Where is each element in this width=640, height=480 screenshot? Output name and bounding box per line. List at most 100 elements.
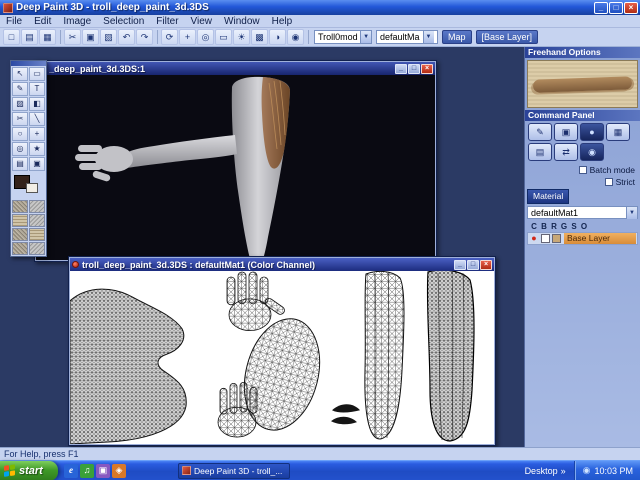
open-button[interactable]: ▤	[21, 29, 38, 45]
light-icon: ☀	[237, 32, 246, 42]
close-button[interactable]: ×	[624, 1, 638, 14]
lighting-button[interactable]: ☀	[233, 29, 250, 45]
pencil-tool-button[interactable]: ✎	[12, 82, 28, 96]
paint-command-button[interactable]: ✎	[528, 123, 552, 141]
strict-checkbox-row[interactable]: Strict	[604, 177, 635, 187]
internet-explorer-icon[interactable]: e	[64, 463, 78, 478]
panel-command-button[interactable]: ▣	[554, 123, 578, 141]
close-button[interactable]: ×	[480, 259, 492, 270]
maximize-button[interactable]: □	[467, 259, 479, 270]
texture-thumbnail[interactable]	[12, 242, 28, 255]
texture-thumbnail[interactable]	[12, 214, 28, 227]
menu-help[interactable]: Help	[266, 16, 299, 27]
cross-tool-button[interactable]: +	[29, 127, 45, 141]
save-button[interactable]: ▦	[39, 29, 56, 45]
media-player-icon[interactable]: ♫	[80, 463, 94, 478]
pattern-tool-button[interactable]: ▨	[12, 97, 28, 111]
fit-view-button[interactable]: ▭	[215, 29, 232, 45]
app-titlebar[interactable]: Deep Paint 3D - troll_deep_paint_3d.3DS …	[0, 0, 640, 15]
maximize-button[interactable]: □	[609, 1, 623, 14]
model-combo[interactable]: Troll0mod ▼	[314, 30, 372, 44]
paste-button[interactable]: ▧	[100, 29, 117, 45]
clock[interactable]: 10:03 PM	[594, 466, 633, 476]
brush-stroke-preview[interactable]	[527, 60, 638, 108]
zoom-view-button[interactable]: ◎	[197, 29, 214, 45]
minimize-button[interactable]: _	[594, 1, 608, 14]
layer-column-headers: C B R G S O	[525, 220, 640, 232]
batch-mode-checkbox[interactable]	[578, 166, 587, 174]
copy-button[interactable]: ▣	[82, 29, 99, 45]
ellipse-tool-button[interactable]: ○	[12, 127, 28, 141]
chevron-down-icon[interactable]: ▼	[626, 206, 637, 219]
uv-canvas[interactable]	[70, 271, 494, 444]
texture-thumbnail[interactable]	[29, 214, 45, 227]
start-button[interactable]: start	[0, 460, 58, 480]
layers-command-button[interactable]: ▤	[528, 143, 552, 161]
chevron-down-icon[interactable]: ▼	[422, 31, 434, 43]
texture-view-button[interactable]: ◉	[287, 29, 304, 45]
maximize-button[interactable]: □	[408, 63, 420, 74]
texture-thumbnail[interactable]	[12, 200, 28, 213]
texture-thumbnail[interactable]	[12, 228, 28, 241]
layer-color-swatch[interactable]	[541, 234, 550, 243]
batch-mode-checkbox-row[interactable]: Batch mode	[578, 165, 635, 175]
toolbar-separator	[60, 30, 61, 44]
map-button[interactable]: Map	[442, 30, 472, 44]
menu-image[interactable]: Image	[57, 16, 97, 27]
material-combo[interactable]: defaultMa ▼	[376, 30, 438, 44]
zoom-tool-button[interactable]: ◎	[12, 142, 28, 156]
menu-window[interactable]: Window	[218, 16, 266, 27]
3d-view-titlebar[interactable]: _deep_paint_3d.3DS:1 _ □ ×	[36, 62, 435, 75]
menu-view[interactable]: View	[185, 16, 219, 27]
pan-view-button[interactable]: +	[179, 29, 196, 45]
deep-paint-task-button[interactable]: Deep Paint 3D - troll_...	[178, 462, 290, 479]
redo-button[interactable]: ↷	[136, 29, 153, 45]
star-tool-button[interactable]: ★	[29, 142, 45, 156]
toolbox-palette[interactable]: ↖ ▭ ✎ T ▨ ◧ ✂ ╲ ○ + ◎ ★ ▤ ▣	[10, 60, 47, 257]
close-button[interactable]: ×	[421, 63, 433, 74]
minimize-button[interactable]: _	[454, 259, 466, 270]
background-color-swatch[interactable]	[26, 183, 38, 193]
marquee-tool-button[interactable]: ▭	[29, 67, 45, 81]
wireframe-button[interactable]: ▩	[251, 29, 268, 45]
select-tool-button[interactable]: ↖	[12, 67, 28, 81]
undo-button[interactable]: ↶	[118, 29, 135, 45]
uv-editor-titlebar[interactable]: troll_deep_paint_3d.3DS : defaultMat1 (C…	[70, 258, 494, 271]
uv-editor-window[interactable]: troll_deep_paint_3d.3DS : defaultMat1 (C…	[68, 256, 496, 446]
transfer-command-button[interactable]: ⇄	[554, 143, 578, 161]
swatch-tool-button[interactable]: ▣	[29, 157, 45, 171]
minimize-button[interactable]: _	[395, 63, 407, 74]
menu-file[interactable]: File	[0, 16, 28, 27]
cut-button[interactable]: ✂	[64, 29, 81, 45]
3d-view-window[interactable]: _deep_paint_3d.3DS:1 _ □ ×	[34, 60, 437, 262]
texture-thumbnail[interactable]	[29, 228, 45, 241]
texture-thumbnail[interactable]	[29, 242, 45, 255]
volume-icon[interactable]: ◉	[583, 465, 591, 476]
sphere-command-button[interactable]: ◉	[580, 143, 604, 161]
new-button[interactable]: □	[3, 29, 20, 45]
texture-thumbnail[interactable]	[29, 200, 45, 213]
show-desktop-icon[interactable]: ▣	[96, 463, 110, 478]
shaded-view-button[interactable]: ◑	[269, 29, 286, 45]
menu-edit[interactable]: Edit	[28, 16, 57, 27]
spheres-command-button[interactable]: ●	[580, 123, 604, 141]
chevron-icon[interactable]: »	[561, 466, 566, 476]
messenger-icon[interactable]: ◈	[112, 463, 126, 478]
base-layer-row[interactable]: ● Base Layer	[527, 232, 638, 245]
rotate-view-button[interactable]: ⟳	[161, 29, 178, 45]
material-select[interactable]: defaultMat1 ▼	[527, 206, 638, 219]
menu-selection[interactable]: Selection	[97, 16, 150, 27]
menu-filter[interactable]: Filter	[150, 16, 184, 27]
cut-tool-button[interactable]: ✂	[12, 112, 28, 126]
base-layer-name[interactable]: Base Layer	[564, 233, 636, 244]
fill-tool-button[interactable]: ◧	[29, 97, 45, 111]
line-tool-button[interactable]: ╲	[29, 112, 45, 126]
strict-checkbox[interactable]	[604, 178, 613, 186]
grid-command-button[interactable]: ▦	[606, 123, 630, 141]
3d-viewport[interactable]	[36, 75, 435, 260]
layer-texture-swatch[interactable]	[552, 234, 561, 243]
text-tool-button[interactable]: T	[29, 82, 45, 96]
chevron-down-icon[interactable]: ▼	[360, 31, 371, 43]
grid-tool-button[interactable]: ▤	[12, 157, 28, 171]
desktop-toolbar[interactable]: Desktop »	[525, 466, 566, 476]
